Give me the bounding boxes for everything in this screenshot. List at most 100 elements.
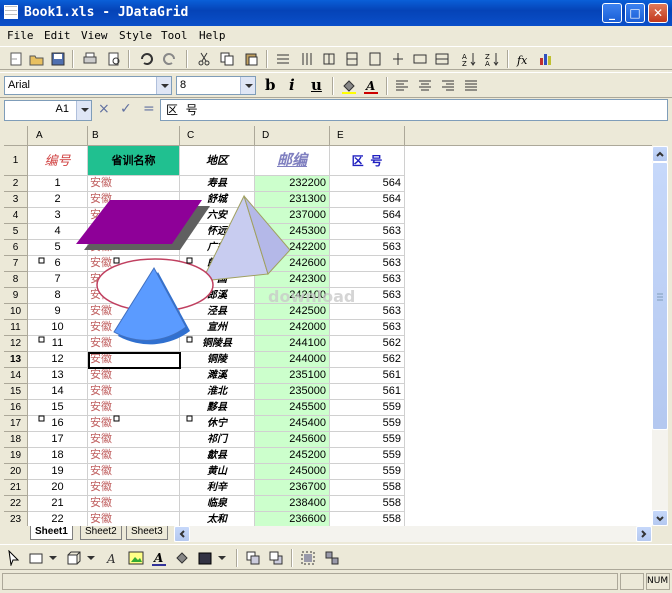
justify-icon[interactable]: [463, 78, 479, 94]
column-width-icon[interactable]: [390, 51, 406, 67]
merge-cells-icon[interactable]: [434, 51, 450, 67]
shape-3d-tool-icon[interactable]: [66, 550, 82, 566]
redo-icon[interactable]: [162, 51, 178, 67]
align-left-icon[interactable]: [394, 78, 410, 94]
undo-icon[interactable]: [138, 51, 154, 67]
shape-font-color-icon[interactable]: A: [151, 550, 167, 566]
italic-button[interactable]: i: [289, 76, 295, 94]
chevron-down-icon[interactable]: [217, 554, 227, 562]
toolbar-separator: [291, 549, 293, 567]
save-icon[interactable]: [50, 51, 66, 67]
row-height-icon[interactable]: [412, 51, 428, 67]
vertical-scrollbar[interactable]: [652, 146, 668, 526]
open-folder-icon[interactable]: [29, 51, 45, 67]
text-tool-icon[interactable]: A: [104, 550, 120, 566]
scroll-down-button[interactable]: [652, 510, 668, 526]
copy-icon[interactable]: [219, 51, 235, 67]
chevron-right-icon: [641, 530, 647, 538]
minimize-button[interactable]: _: [602, 3, 622, 23]
line-color-icon[interactable]: [197, 550, 213, 566]
menu-bar: File Edit View Style Tool Help: [0, 26, 672, 46]
sheet-tab-1[interactable]: Sheet1: [30, 526, 73, 540]
drawing-layer: download: [38, 194, 355, 422]
rectangle-tool-icon[interactable]: [28, 550, 44, 566]
num-lock-indicator: NUM: [646, 573, 670, 590]
cut-icon[interactable]: [196, 51, 212, 67]
bring-to-front-icon[interactable]: [245, 550, 261, 566]
insert-row-icon[interactable]: [275, 51, 291, 67]
font-name-value: Arial: [8, 79, 31, 91]
svg-text:A: A: [485, 60, 490, 67]
sheet-tab-3[interactable]: Sheet3: [126, 526, 168, 540]
sort-descending-icon[interactable]: ZA: [484, 51, 500, 67]
ungroup-shapes-icon[interactable]: [324, 550, 340, 566]
menu-file[interactable]: File: [7, 29, 34, 42]
svg-text:A: A: [365, 79, 375, 93]
align-center-icon[interactable]: [417, 78, 433, 94]
formula-bar: A1 × ✓ = 区 号: [0, 96, 672, 126]
chart-icon[interactable]: [538, 51, 554, 67]
spreadsheet-grid[interactable]: A B C D E 1 编号 省训名称 地区 邮编 区 号 2 1 安徽 寿县 2322…: [4, 126, 652, 526]
shape-fill-color-icon[interactable]: [174, 550, 190, 566]
print-icon[interactable]: [82, 51, 98, 67]
toolbar-separator: [236, 549, 238, 567]
scroll-up-button[interactable]: [652, 146, 668, 162]
menu-help[interactable]: Help: [199, 29, 226, 42]
toolbar-separator: [507, 50, 509, 68]
close-button[interactable]: ✕: [648, 3, 668, 23]
font-color-icon[interactable]: A: [363, 78, 379, 94]
font-size-value: 8: [180, 79, 187, 91]
toolbar-separator: [332, 77, 334, 95]
scroll-right-button[interactable]: [636, 526, 652, 542]
image-tool-icon[interactable]: [128, 550, 144, 566]
cancel-edit-button[interactable]: ×: [98, 101, 110, 117]
underline-button[interactable]: u: [311, 76, 322, 94]
svg-text:A: A: [106, 552, 116, 566]
select-pointer-icon[interactable]: [6, 550, 22, 566]
toolbar-separator: [186, 50, 188, 68]
function-icon[interactable]: fx: [516, 51, 532, 67]
toolbar-separator: [386, 77, 388, 95]
cell-reference-value: A1: [55, 103, 69, 115]
group-shapes-icon[interactable]: [300, 550, 316, 566]
delete-column-icon[interactable]: [367, 51, 383, 67]
chevron-down-icon[interactable]: [156, 77, 171, 94]
align-right-icon[interactable]: [440, 78, 456, 94]
chevron-up-icon: [656, 151, 664, 157]
insert-cells-icon[interactable]: [321, 51, 337, 67]
accept-edit-button[interactable]: ✓: [120, 101, 132, 117]
equals-button[interactable]: =: [143, 101, 155, 117]
menu-style[interactable]: Style: [119, 29, 152, 42]
scroll-left-button[interactable]: [174, 526, 190, 542]
paste-icon[interactable]: [243, 51, 259, 67]
new-file-icon[interactable]: [8, 51, 24, 67]
font-name-select[interactable]: Arial: [4, 76, 172, 95]
chevron-down-icon[interactable]: [48, 554, 58, 562]
chevron-down-icon[interactable]: [86, 554, 96, 562]
parallelogram-shape[interactable]: [76, 200, 210, 250]
maximize-button[interactable]: □: [625, 3, 645, 23]
formula-input[interactable]: 区 号: [160, 99, 668, 121]
sheet-tab-2[interactable]: Sheet2: [80, 526, 122, 540]
chevron-down-icon[interactable]: [240, 77, 255, 94]
cell-reference-box[interactable]: A1: [4, 100, 92, 121]
chevron-down-icon[interactable]: [76, 101, 91, 120]
horizontal-scrollbar[interactable]: [174, 526, 652, 542]
menu-edit[interactable]: Edit: [44, 29, 71, 42]
menu-view[interactable]: View: [81, 29, 108, 42]
svg-text:Z: Z: [462, 60, 467, 67]
bold-button[interactable]: b: [265, 76, 276, 94]
delete-row-icon[interactable]: [344, 51, 360, 67]
send-to-back-icon[interactable]: [268, 550, 284, 566]
status-panel: [620, 573, 644, 590]
fill-color-icon[interactable]: [341, 78, 357, 94]
pyramid-shape[interactable]: [201, 194, 291, 282]
standard-toolbar: AZ ZA fx: [0, 46, 672, 70]
font-size-select[interactable]: 8: [176, 76, 256, 95]
scroll-thumb[interactable]: [652, 162, 668, 430]
menu-tool[interactable]: Tool: [161, 29, 188, 42]
sort-ascending-icon[interactable]: AZ: [461, 51, 477, 67]
chevron-left-icon: [179, 530, 185, 538]
insert-column-icon[interactable]: [299, 51, 315, 67]
print-preview-icon[interactable]: [106, 51, 122, 67]
